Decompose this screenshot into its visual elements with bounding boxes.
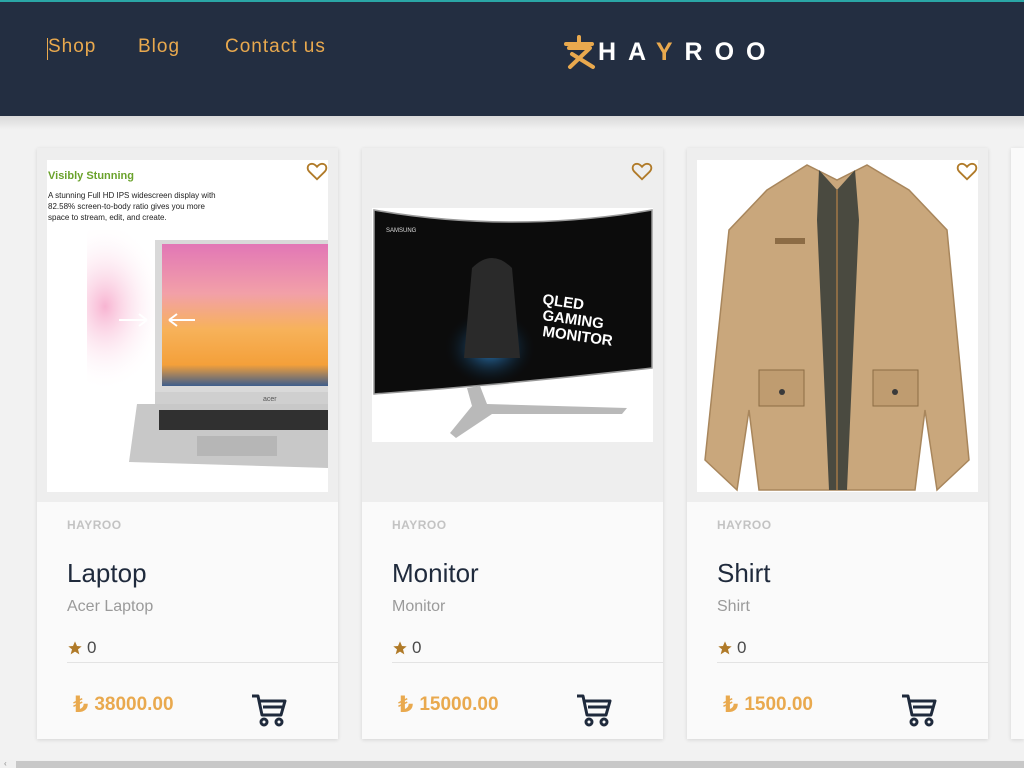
product-image[interactable]: Visibly Stunning A stunning Full HD IPS …: [47, 160, 328, 492]
product-rating: 0: [67, 638, 96, 658]
divider: [717, 662, 988, 663]
product-media: [687, 148, 988, 502]
currency-symbol: ₺: [398, 692, 414, 717]
nav-link-blog[interactable]: Blog: [138, 36, 180, 58]
price-value: 38000.00: [94, 694, 174, 715]
navbar-shadow: [0, 116, 1024, 130]
star-icon: [393, 641, 407, 655]
product-rating: 0: [392, 638, 421, 658]
scroll-left-arrow-icon[interactable]: ‹: [4, 759, 7, 768]
heart-icon[interactable]: [956, 160, 978, 182]
heart-icon[interactable]: [631, 160, 653, 182]
product-media: SAMSUNG QLED GAMING MONITOR: [362, 148, 663, 502]
nav-link-contact[interactable]: Contact us: [225, 36, 326, 58]
site-logo[interactable]: HAYROO: [560, 34, 777, 70]
product-name[interactable]: Shirt: [717, 558, 770, 589]
add-to-cart-icon[interactable]: [899, 690, 939, 730]
product-price: ₺ 15000.00: [398, 692, 499, 718]
product-description: Monitor: [392, 598, 446, 615]
product-brand: HAYROO: [717, 518, 772, 532]
star-icon: [718, 641, 732, 655]
product-card[interactable]: SAMSUNG QLED GAMING MONITOR HAYROO Monit…: [362, 148, 663, 739]
add-to-cart-icon[interactable]: [574, 690, 614, 730]
currency-symbol: ₺: [73, 692, 89, 717]
nav-link-shop[interactable]: Shop: [48, 36, 96, 58]
rating-value: 0: [412, 638, 422, 657]
image-brand-logo: SAMSUNG: [386, 228, 417, 234]
product-description: Acer Laptop: [67, 598, 154, 615]
image-caption-text: A stunning Full HD IPS widescreen displa…: [48, 191, 216, 222]
product-rating: 0: [717, 638, 746, 658]
logo-text: HAYROO: [598, 37, 778, 66]
product-name[interactable]: Monitor: [392, 558, 479, 589]
product-description: Shirt: [717, 598, 750, 615]
laptop-illustration: acer: [87, 230, 328, 468]
price-value: 15000.00: [419, 694, 499, 715]
heart-icon[interactable]: [306, 160, 328, 182]
image-caption-title: Visibly Stunning: [48, 170, 134, 182]
product-card[interactable]: HAYROO Shirt Shirt 0 ₺ 1500.00: [687, 148, 988, 739]
product-card[interactable]: Visibly Stunning A stunning Full HD IPS …: [37, 148, 338, 739]
add-to-cart-icon[interactable]: [249, 690, 289, 730]
logo-glyph-icon: [564, 35, 595, 69]
price-value: 1500.00: [744, 694, 813, 715]
image-brand-logo: acer: [263, 396, 277, 403]
product-name[interactable]: Laptop: [67, 558, 147, 589]
product-image[interactable]: SAMSUNG QLED GAMING MONITOR: [372, 208, 653, 442]
product-brand: HAYROO: [392, 518, 447, 532]
star-icon: [68, 641, 82, 655]
product-media: Visibly Stunning A stunning Full HD IPS …: [37, 148, 338, 502]
product-price: ₺ 1500.00: [723, 692, 813, 718]
jacket-illustration: [704, 164, 970, 492]
divider: [67, 662, 338, 663]
product-price: ₺ 38000.00: [73, 692, 174, 718]
horizontal-scrollbar-thumb[interactable]: [16, 761, 1024, 768]
divider: [392, 662, 663, 663]
currency-symbol: ₺: [723, 692, 739, 717]
monitor-illustration: SAMSUNG QLED GAMING MONITOR: [373, 209, 653, 438]
product-brand: HAYROO: [67, 518, 122, 532]
product-card-partial[interactable]: [1011, 148, 1024, 739]
navbar: Shop Blog Contact us HAYROO: [0, 2, 1024, 116]
rating-value: 0: [737, 638, 747, 657]
product-image[interactable]: [697, 160, 978, 492]
rating-value: 0: [87, 638, 97, 657]
